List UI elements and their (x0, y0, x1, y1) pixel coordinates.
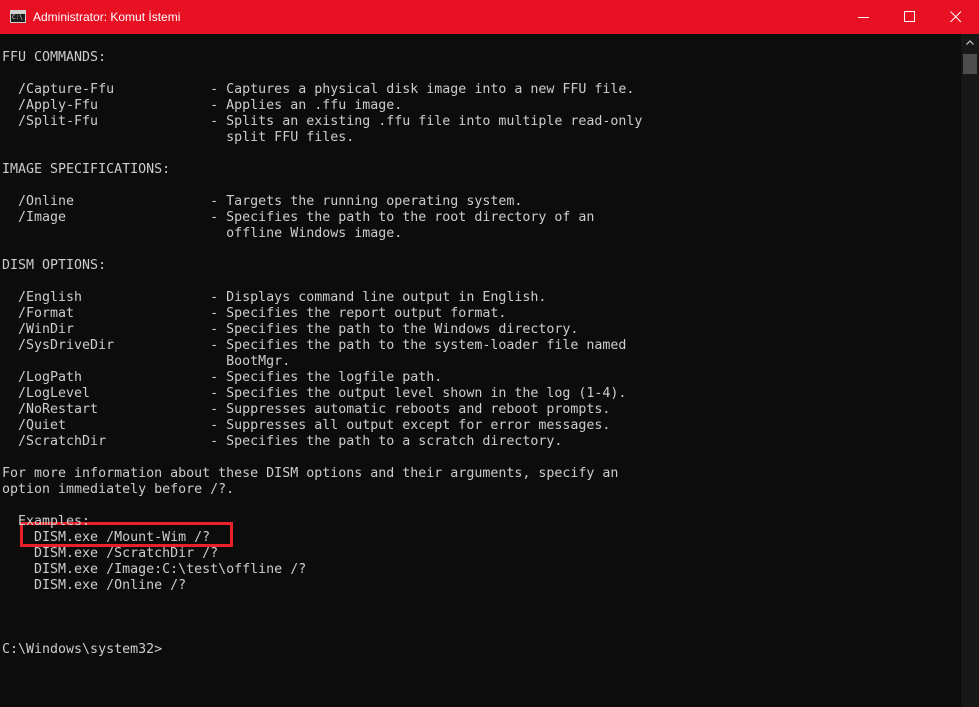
console-line: /ScratchDir - Specifies the path to a sc… (2, 434, 563, 449)
console-line: DISM.exe /ScratchDir /? (2, 546, 219, 561)
maximize-button[interactable] (887, 0, 933, 34)
vertical-scrollbar[interactable] (961, 34, 979, 707)
console-line: IMAGE SPECIFICATIONS: (2, 162, 171, 177)
console-line: /Image - Specifies the path to the root … (2, 210, 595, 225)
close-icon (950, 11, 962, 23)
console-line: /Apply-Ffu - Applies an .ffu image. (2, 98, 403, 113)
console-line: DISM OPTIONS: (2, 258, 107, 273)
console-line: C:\Windows\system32> (2, 642, 163, 657)
scroll-thumb[interactable] (963, 54, 977, 74)
window-title: Administrator: Komut İstemi (33, 10, 181, 24)
console-line: /LogLevel - Specifies the output level s… (2, 386, 627, 401)
console-line: For more information about these DISM op… (2, 466, 619, 481)
console-line: /SysDriveDir - Specifies the path to the… (2, 338, 627, 353)
console-line: BootMgr. (2, 354, 291, 369)
close-button[interactable] (933, 0, 979, 34)
console-line: DISM.exe /Mount-Wim /? (2, 530, 211, 545)
console-line: FFU COMMANDS: (2, 50, 107, 65)
console-output[interactable]: FFU COMMANDS: /Capture-Ffu - Captures a … (0, 34, 961, 707)
console-line: split FFU files. (2, 130, 355, 145)
command-prompt-window: C:\ Administrator: Komut İstemi FFU COMM… (0, 0, 979, 707)
console-line: /Format - Specifies the report output fo… (2, 306, 507, 321)
console-line: /Capture-Ffu - Captures a physical disk … (2, 82, 635, 97)
console-line: /English - Displays command line output … (2, 290, 547, 305)
minimize-button[interactable] (841, 0, 887, 34)
console-app-icon[interactable]: C:\ (10, 10, 26, 23)
maximize-icon (904, 11, 915, 22)
console-line: Examples: (2, 514, 91, 529)
console-line: /NoRestart - Suppresses automatic reboot… (2, 402, 611, 417)
console-line: option immediately before /?. (2, 482, 235, 497)
minimize-icon (858, 17, 869, 18)
console-line: /LogPath - Specifies the logfile path. (2, 370, 443, 385)
console-line: /Quiet - Suppresses all output except fo… (2, 418, 611, 433)
scroll-up-button[interactable] (961, 34, 979, 51)
console-line: DISM.exe /Image:C:\test\offline /? (2, 562, 307, 577)
console-line: /Online - Targets the running operating … (2, 194, 523, 209)
title-bar[interactable]: C:\ Administrator: Komut İstemi (0, 0, 979, 34)
console-line: offline Windows image. (2, 226, 403, 241)
console-line: DISM.exe /Online /? (2, 578, 187, 593)
console-line: /WinDir - Specifies the path to the Wind… (2, 322, 579, 337)
chevron-up-icon (966, 40, 974, 45)
console-line: /Split-Ffu - Splits an existing .ffu fil… (2, 114, 643, 129)
